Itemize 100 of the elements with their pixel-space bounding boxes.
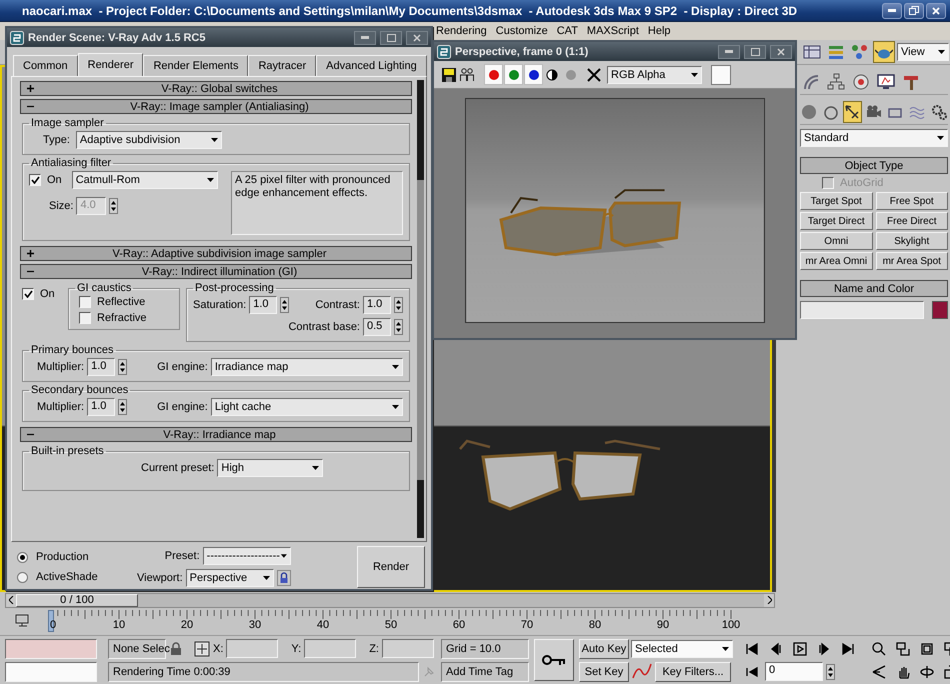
script-listener-field[interactable] (5, 662, 97, 682)
menu-item[interactable]: Help (648, 25, 671, 37)
curve-editor-toggle-icon[interactable] (15, 613, 31, 629)
lock-icon[interactable] (169, 642, 183, 656)
current-frame-marker[interactable] (48, 610, 54, 632)
channel-toggle[interactable] (524, 64, 543, 85)
previous-frame-button[interactable] (6, 594, 16, 606)
number-field[interactable]: 1.0 (363, 296, 391, 314)
time-slider[interactable]: 0 / 100 (5, 592, 775, 608)
tab[interactable]: Render Elements (143, 55, 248, 77)
dropdown[interactable]: View (897, 43, 949, 61)
name-field[interactable] (800, 301, 924, 319)
light-type-button[interactable]: Free Direct (876, 212, 948, 230)
rollout-header[interactable]: V-Ray:: Global switches (20, 81, 412, 96)
menu-item[interactable]: Customize (496, 25, 548, 37)
menu-item[interactable]: CAT (556, 25, 578, 37)
frame-number: 60 (452, 619, 466, 631)
menu-item[interactable]: MAXScript (586, 25, 639, 37)
coordinate-field[interactable] (304, 639, 356, 658)
dropdown[interactable]: Irradiance map (210, 358, 403, 376)
time-slider-thumb[interactable]: 0 / 100 (16, 594, 138, 606)
rollout-header[interactable]: V-Ray:: Image sampler (Antialiasing) (20, 99, 412, 114)
set-key-mode-button[interactable]: Set Key (579, 662, 629, 682)
checkbox[interactable] (79, 312, 91, 324)
object-color-swatch[interactable] (932, 301, 948, 319)
close-button[interactable] (926, 2, 946, 18)
render-button[interactable]: Render (357, 546, 425, 588)
next-frame-button[interactable] (764, 594, 774, 606)
light-type-button[interactable]: mr Area Spot (876, 252, 948, 270)
number-field[interactable]: 1.0 (249, 296, 278, 314)
rollout-header[interactable]: V-Ray:: Adaptive subdivision image sampler (20, 246, 412, 261)
radio-button[interactable] (17, 572, 28, 582)
auto-key-button[interactable]: Auto Key (579, 638, 629, 658)
light-type-button[interactable]: Free Spot (876, 192, 948, 210)
dropdown[interactable]: Adaptive subdivision (76, 131, 222, 149)
light-type-button[interactable]: mr Area Omni (800, 252, 872, 270)
key-icon (542, 654, 566, 666)
frame-number: 40 (316, 619, 330, 631)
menu-item[interactable]: Rendering (436, 25, 487, 37)
set-key-button[interactable] (534, 639, 574, 681)
zoom-extents-icon (920, 642, 934, 656)
dropdown[interactable]: RGB Alpha (607, 66, 702, 84)
rollout-header[interactable]: Name and Color (800, 280, 948, 297)
dropdown[interactable]: Standard (800, 129, 948, 147)
rollout-header[interactable]: V-Ray:: Indirect illumination (GI) (20, 264, 412, 279)
dropdown[interactable]: -------------------- (202, 547, 291, 565)
number-field[interactable]: 1.0 (87, 358, 116, 376)
group-title: Image sampler (30, 117, 105, 129)
light-type-button[interactable]: Omni (800, 232, 872, 250)
transform-mode-icon[interactable] (194, 640, 210, 656)
maximize-icon (386, 34, 396, 42)
caret-icon (280, 553, 288, 559)
rollout-header[interactable]: V-Ray:: Irradiance map (20, 427, 412, 442)
coordinate-field[interactable] (382, 639, 434, 658)
channel-toggle[interactable] (504, 64, 523, 85)
minimize-button[interactable] (882, 2, 902, 18)
close-button[interactable] (770, 44, 792, 58)
wheel-icon (852, 72, 870, 90)
field-label: Current preset: (141, 462, 214, 474)
minus-icon (27, 268, 34, 275)
light-type-button[interactable]: Skylight (876, 232, 948, 250)
people-icon[interactable] (459, 68, 475, 82)
key-filters-button[interactable]: Key Filters... (655, 662, 731, 682)
coordinate-field[interactable] (226, 639, 278, 658)
script-listener-field[interactable] (5, 638, 97, 658)
checkbox[interactable] (29, 174, 41, 186)
maximize-button[interactable] (744, 44, 766, 58)
add-time-tag[interactable]: Add Time Tag (441, 662, 529, 682)
dropdown[interactable]: Perspective (186, 569, 274, 587)
current-frame-field[interactable]: 0 (765, 662, 823, 681)
number-field[interactable]: 1.0 (87, 398, 116, 416)
checkbox[interactable] (79, 296, 91, 308)
number-field[interactable]: 0.5 (363, 318, 391, 336)
maximize-button[interactable] (380, 30, 402, 44)
rollout-header[interactable]: Object Type (800, 157, 948, 174)
close-button[interactable] (406, 30, 428, 44)
minimize-button[interactable] (354, 30, 376, 44)
key-mode-icon (745, 664, 759, 678)
camera-icon (866, 104, 882, 120)
dropdown[interactable]: Selected (631, 640, 733, 658)
tab[interactable]: Common (13, 55, 78, 77)
lock-icon[interactable] (276, 570, 291, 586)
toolbar-button[interactable] (843, 100, 862, 122)
checkbox[interactable] (22, 288, 34, 300)
light-type-button[interactable]: Target Direct (800, 212, 872, 230)
dropdown[interactable]: Catmull-Rom (72, 171, 218, 189)
radio-button[interactable] (17, 552, 28, 562)
save-icon[interactable] (442, 68, 456, 82)
frame-number: 90 (656, 619, 670, 631)
channel-toggle[interactable] (484, 64, 503, 85)
dropdown[interactable]: Light cache (210, 398, 403, 416)
minimize-button[interactable] (718, 44, 740, 58)
restore-button[interactable] (904, 2, 924, 18)
tab[interactable]: Advanced Lighting (316, 55, 427, 77)
scrollbar[interactable] (417, 80, 424, 538)
tab[interactable]: Renderer (78, 53, 144, 77)
light-type-button[interactable]: Target Spot (800, 192, 872, 210)
monochrome-icon[interactable] (546, 68, 558, 80)
tab[interactable]: Raytracer (248, 55, 316, 77)
dropdown[interactable]: High (217, 459, 324, 477)
